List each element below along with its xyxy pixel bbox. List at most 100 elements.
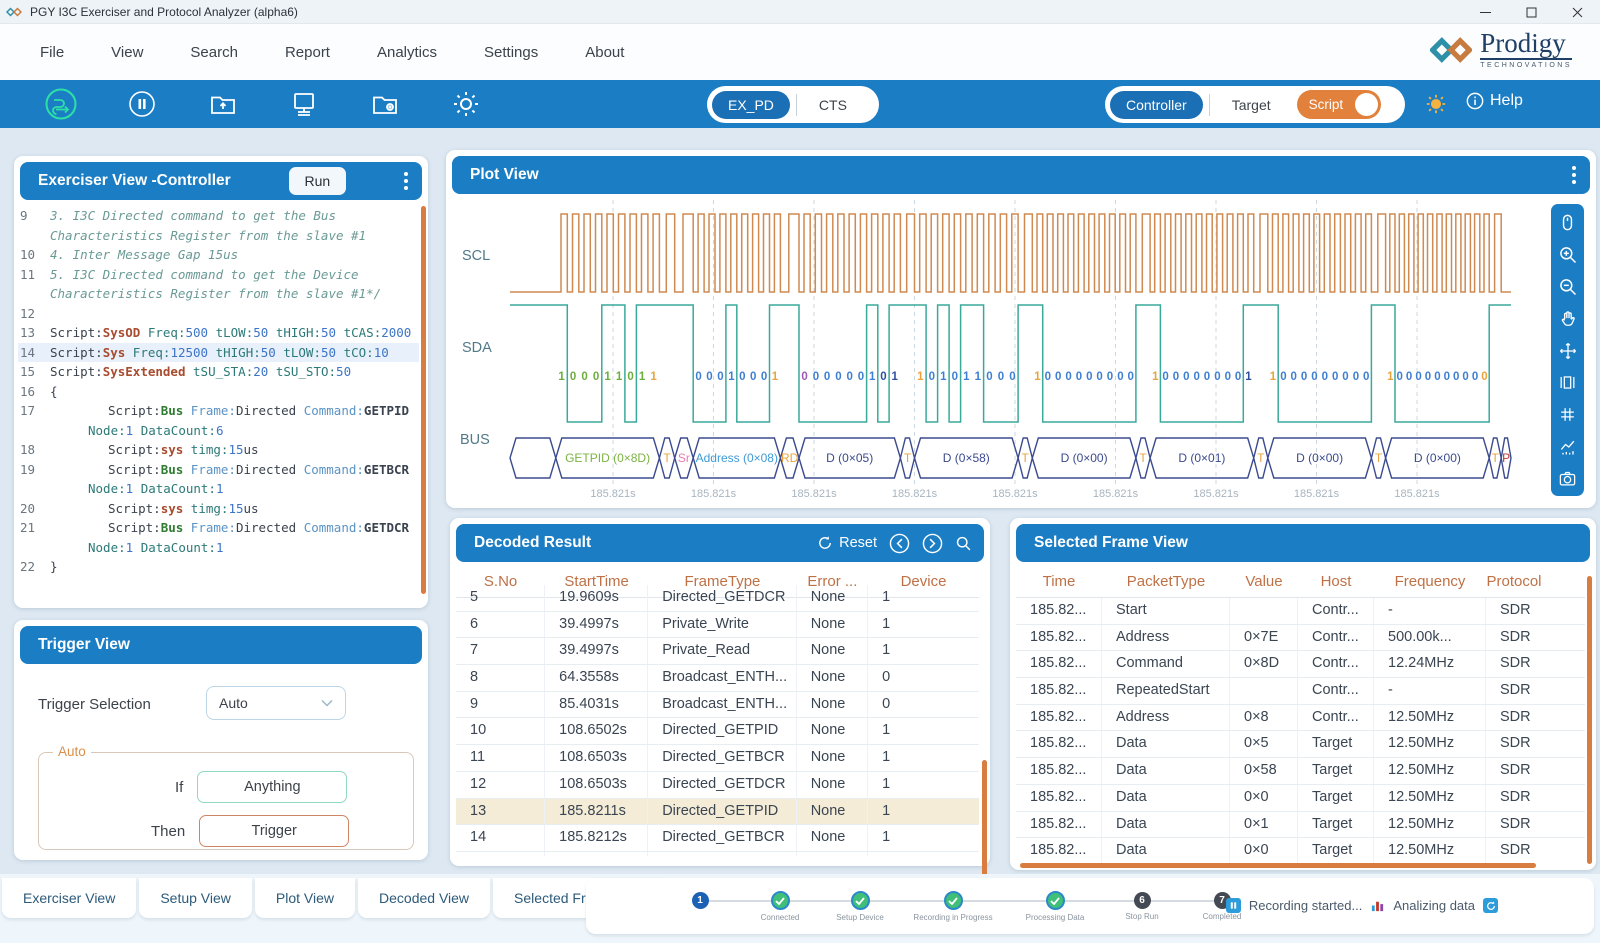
next-frame-button[interactable] <box>922 533 943 554</box>
reset-button[interactable]: Reset <box>817 535 877 551</box>
code-line[interactable]: 15Script:SysExtended tSU_STA:20 tSU_STO:… <box>18 362 419 382</box>
settings-gear-icon[interactable] <box>449 87 483 121</box>
selected-frame-hscrollbar[interactable] <box>1020 863 1536 868</box>
code-line[interactable]: 20Script:sys timg:15us <box>18 499 419 519</box>
camera-icon[interactable] <box>1557 468 1578 489</box>
menu-item-settings[interactable]: Settings <box>484 36 538 69</box>
run-button[interactable]: Run <box>289 167 347 195</box>
table-row[interactable]: 185.82...RepeatedStartContr...-SDR <box>1016 678 1585 705</box>
table-row[interactable]: 185.82...StartContr...-SDR <box>1016 598 1585 625</box>
table-row[interactable]: 185.82...Data0×0Target12.50MHzSDR <box>1016 838 1585 864</box>
trigger-selection-select[interactable]: Auto <box>206 686 346 720</box>
menu-item-view[interactable]: View <box>111 36 143 69</box>
table-row[interactable]: 864.3558sBroadcast_ENTH...None0 <box>456 665 979 692</box>
menu-item-file[interactable]: File <box>40 36 64 69</box>
code-line[interactable]: 104. Inter Message Gap 15us <box>18 245 419 265</box>
table-row[interactable]: 12108.6503sDirected_GETDCRNone1 <box>456 772 979 799</box>
menu-item-analytics[interactable]: Analytics <box>377 36 437 69</box>
script-run-icon[interactable] <box>44 87 78 121</box>
menu-item-report[interactable]: Report <box>285 36 330 69</box>
script-toggle[interactable]: Script <box>1297 90 1381 119</box>
menu-item-about[interactable]: About <box>585 36 624 69</box>
column-header[interactable]: Frequency <box>1374 568 1486 597</box>
zoom-out-icon[interactable] <box>1557 276 1578 297</box>
table-row[interactable]: 185.82...Data0×58Target12.50MHzSDR <box>1016 758 1585 785</box>
prev-frame-button[interactable] <box>889 533 910 554</box>
table-row[interactable]: 739.4997sPrivate_ReadNone1 <box>456 638 979 665</box>
column-header[interactable]: Time <box>1016 568 1102 597</box>
menu-item-search[interactable]: Search <box>190 36 238 69</box>
code-line[interactable]: 18Script:sys timg:15us <box>18 440 419 460</box>
device-monitor-icon[interactable] <box>287 87 321 121</box>
move-icon[interactable] <box>1557 340 1578 361</box>
folder-upload-icon[interactable] <box>206 87 240 121</box>
maximize-icon[interactable] <box>1508 0 1554 24</box>
table-row[interactable]: 13185.8211sDirected_GETPIDNone1 <box>456 799 979 826</box>
column-header[interactable]: Protocol <box>1486 568 1542 597</box>
code-line[interactable]: 21Script:Bus Frame:Directed Command:GETD… <box>18 518 419 538</box>
mode-option-cts[interactable]: CTS <box>803 91 863 119</box>
exerciser-menu-icon[interactable] <box>404 172 408 190</box>
theme-sun-icon[interactable] <box>1425 93 1447 120</box>
plot-menu-icon[interactable] <box>1572 166 1576 184</box>
search-icon[interactable] <box>955 535 972 552</box>
folder-pin-icon[interactable] <box>368 87 402 121</box>
code-line[interactable]: 22} <box>18 557 419 577</box>
mouse-icon[interactable] <box>1557 212 1578 233</box>
waveform-plot[interactable]: 185.821s185.821s185.821s185.821s185.821s… <box>508 200 1520 504</box>
close-icon[interactable] <box>1554 0 1600 24</box>
then-action-button[interactable]: Trigger <box>199 815 349 847</box>
pause-icon[interactable] <box>125 87 159 121</box>
selected-frame-vscrollbar[interactable] <box>1587 576 1592 864</box>
column-header[interactable]: Value <box>1230 568 1298 597</box>
if-condition-button[interactable]: Anything <box>197 771 347 803</box>
table-row[interactable]: 185.82...Address0×8Contr...12.50MHzSDR <box>1016 705 1585 732</box>
mode-option-ex_pd[interactable]: EX_PD <box>712 91 790 119</box>
table-row[interactable]: 185.82...Command0×8DContr...12.24MHzSDR <box>1016 651 1585 678</box>
bottom-tab-decoded-view[interactable]: Decoded View <box>358 878 490 918</box>
table-row[interactable]: 11108.6503sDirected_GETBCRNone1 <box>456 745 979 772</box>
table-row[interactable]: 185.82...Data0×1Target12.50MHzSDR <box>1016 812 1585 839</box>
code-line[interactable]: 17Script:Bus Frame:Directed Command:GETP… <box>18 401 419 421</box>
table-row[interactable]: 519.9609sDirected_GETDCRNone1 <box>456 585 979 612</box>
panels-icon[interactable] <box>1557 372 1578 393</box>
role-option-controller[interactable]: Controller <box>1110 91 1203 119</box>
code-line[interactable]: 14Script:Sys Freq:12500 tHIGH:50 tLOW:50… <box>18 343 419 363</box>
bottom-tab-exerciser-view[interactable]: Exerciser View <box>2 878 136 918</box>
script-toggle-knob[interactable] <box>1355 93 1378 116</box>
table-row[interactable]: 185.82...Data0×5Target12.50MHzSDR <box>1016 731 1585 758</box>
code-line[interactable]: 93. I3C Directed command to get the Bus <box>18 206 419 226</box>
hand-pan-icon[interactable] <box>1557 308 1578 329</box>
table-row[interactable]: 185.82...Address0×7EContr...500.00k...SD… <box>1016 625 1585 652</box>
bottom-tab-setup-view[interactable]: Setup View <box>139 878 252 918</box>
role-option-target[interactable]: Target <box>1216 91 1287 119</box>
code-line[interactable]: Node:1 DataCount:1 <box>18 479 419 499</box>
code-line[interactable]: Characteristics Register from the slave … <box>18 284 419 304</box>
code-line[interactable]: 16{ <box>18 382 419 402</box>
table-row[interactable]: 185.82...Data0×0Target12.50MHzSDR <box>1016 785 1585 812</box>
zoom-in-icon[interactable] <box>1557 244 1578 265</box>
script-editor[interactable]: 93. I3C Directed command to get the BusC… <box>18 206 419 600</box>
grid-icon[interactable] <box>1557 404 1578 425</box>
code-line[interactable]: Characteristics Register from the slave … <box>18 226 419 246</box>
table-row[interactable]: 639.4997sPrivate_WriteNone1 <box>456 612 979 639</box>
table-row[interactable]: 10108.6502sDirected_GETPIDNone1 <box>456 718 979 745</box>
code-line[interactable]: 19Script:Bus Frame:Directed Command:GETB… <box>18 460 419 480</box>
code-line[interactable]: 12 <box>18 304 419 324</box>
code-line[interactable]: 13Script:SysOD Freq:500 tLOW:50 tHIGH:50… <box>18 323 419 343</box>
code-line[interactable]: Node:1 DataCount:1 <box>18 538 419 558</box>
trend-icon[interactable] <box>1557 436 1578 457</box>
code-line[interactable]: Node:1 DataCount:6 <box>18 421 419 441</box>
table-cell: 1 <box>868 638 979 664</box>
table-row[interactable]: 15185.8212sDirected_GETDCRNone1 <box>456 852 979 856</box>
code-line[interactable]: 115. I3C Directed command to get the Dev… <box>18 265 419 285</box>
minimize-icon[interactable] <box>1462 0 1508 24</box>
table-row[interactable]: 14185.8212sDirected_GETBCRNone1 <box>456 825 979 852</box>
help-button[interactable]: Help <box>1466 92 1523 110</box>
column-header[interactable]: PacketType <box>1102 568 1230 597</box>
column-header[interactable]: Host <box>1298 568 1374 597</box>
editor-scrollbar[interactable] <box>421 206 426 594</box>
line-number: 9 <box>18 206 44 226</box>
table-row[interactable]: 985.4031sBroadcast_ENTH...None0 <box>456 692 979 719</box>
bottom-tab-plot-view[interactable]: Plot View <box>255 878 355 918</box>
